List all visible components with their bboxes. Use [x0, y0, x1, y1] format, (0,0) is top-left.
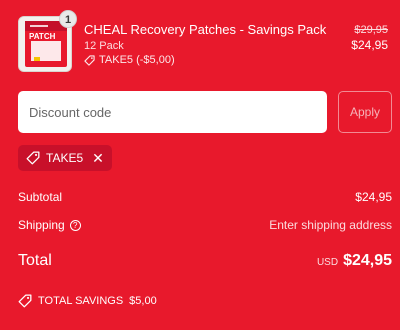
product-discount-label: TAKE5 (-$5,00) — [99, 54, 175, 66]
shipping-label-group: Shipping? — [18, 218, 81, 232]
tag-icon — [26, 151, 40, 165]
total-label: Total — [18, 252, 52, 269]
subtotal-label: Subtotal — [18, 190, 63, 204]
total-row: Total USD $24,95 — [18, 252, 392, 270]
subtotal-value: $24,95 — [355, 190, 392, 204]
savings-label: TOTAL SAVINGS — [38, 295, 124, 307]
applied-discount-label: TAKE5 — [46, 151, 84, 165]
product-variant: 12 Pack — [84, 40, 124, 52]
total-amount-group: USD $24,95 — [317, 252, 392, 270]
product-title: CHEAL Recovery Patches - Savings Pack — [84, 22, 327, 37]
discount-code-input[interactable] — [18, 91, 327, 133]
tag-icon — [18, 294, 32, 308]
shipping-row: Shipping? Enter shipping address — [18, 218, 392, 232]
total-value: $24,95 — [343, 252, 392, 269]
currency-code: USD — [316, 257, 339, 268]
product-price: $24,95 — [351, 38, 388, 52]
apply-button[interactable]: Apply — [338, 91, 392, 133]
remove-discount-icon[interactable]: ✕ — [92, 151, 104, 165]
quantity-badge: 1 — [59, 10, 77, 28]
compare-at-price: $29,95 — [354, 24, 388, 36]
savings-value: $5,00 — [129, 295, 157, 307]
thumbnail-label: PATCH — [29, 32, 56, 41]
applied-discount-chip: TAKE5 ✕ — [18, 145, 112, 171]
tag-icon — [84, 54, 95, 66]
shipping-label: Shipping — [18, 218, 65, 232]
subtotal-row: Subtotal $24,95 — [18, 190, 392, 204]
shipping-value: Enter shipping address — [269, 218, 392, 232]
total-savings: TOTAL SAVINGS $5,00 — [18, 294, 157, 308]
product-discount: TAKE5 (-$5,00) — [84, 54, 175, 66]
line-item: PATCH 1 CHEAL Recovery Patches - Savings… — [18, 10, 388, 76]
help-icon[interactable]: ? — [69, 220, 81, 232]
